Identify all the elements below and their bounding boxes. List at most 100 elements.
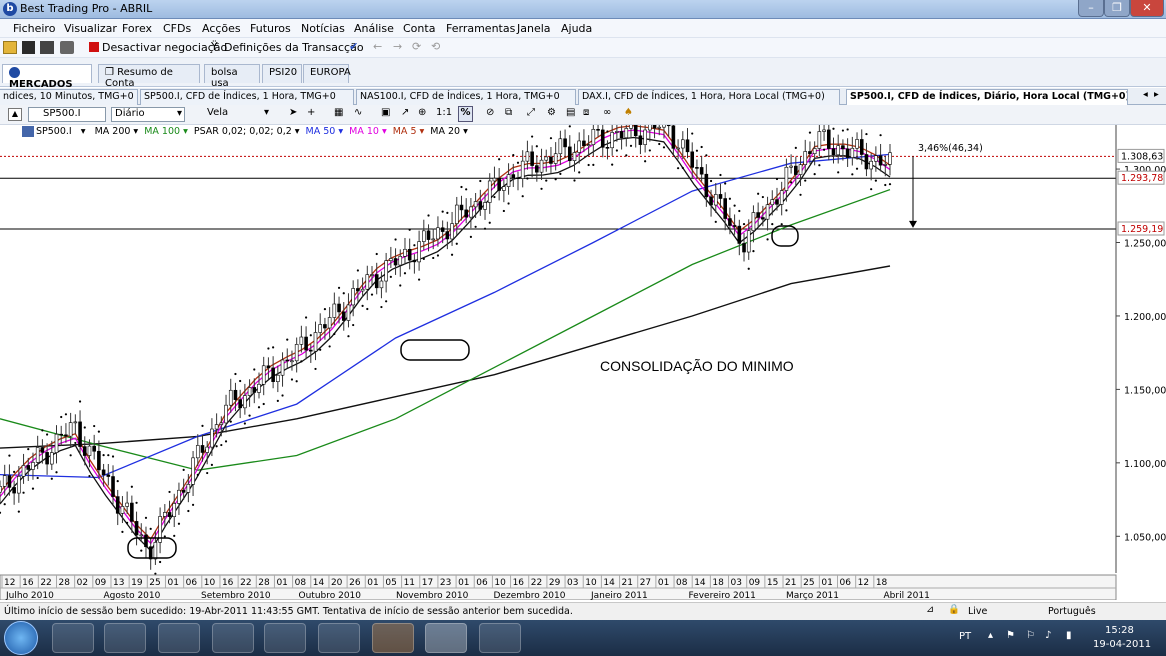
legend-item[interactable]: MA 5 ▾	[393, 126, 425, 137]
psar-dot	[709, 179, 713, 183]
candle-body	[163, 512, 167, 517]
menu-ajuda[interactable]: Ajuda	[561, 22, 592, 35]
tools-taskbar-icon[interactable]	[264, 623, 306, 653]
link-icon[interactable]: ∞	[603, 107, 611, 118]
start-button[interactable]	[4, 621, 38, 655]
candle-body	[822, 129, 826, 132]
chart-tab-indices-10min[interactable]: ndices, 10 Minutos, TMG+0	[0, 89, 138, 105]
indicator-icon[interactable]: ∿	[354, 107, 362, 118]
zoom-icon[interactable]: ⊕	[418, 107, 426, 118]
data-window-icon[interactable]: ▣	[381, 107, 390, 118]
network-signal-icon[interactable]: ▮	[1066, 630, 1072, 641]
check-icon[interactable]: ✔	[349, 40, 358, 53]
tray-icon[interactable]: ⚑	[1006, 630, 1015, 641]
menu-ferramentas[interactable]: Ferramentas	[446, 22, 515, 35]
menu-noticias[interactable]: Notícias	[301, 22, 345, 35]
settings-icon[interactable]: Ÿ	[211, 40, 218, 53]
alert-icon[interactable]: ♠	[624, 107, 633, 118]
psar-dot	[347, 335, 350, 338]
candle-body	[257, 383, 261, 393]
forward-icon[interactable]: →	[393, 40, 402, 53]
tab-psi20[interactable]: PSI20	[262, 64, 302, 83]
tab-resumo-conta[interactable]: ❐ Resumo de Conta	[98, 64, 200, 89]
scale-icon[interactable]: 1:1	[436, 107, 452, 118]
chart-type-select[interactable]: Vela ▾	[193, 107, 271, 122]
percent-icon[interactable]: %	[458, 106, 473, 122]
chart-tab-sp500-1h[interactable]: SP500.I, CFD de Índices, 1 Hora, TMG+0	[140, 89, 354, 105]
legend-item[interactable]: MA 10 ▾	[349, 126, 387, 137]
network-taskbar-icon[interactable]	[318, 623, 360, 653]
menu-forex[interactable]: Forex	[122, 22, 152, 35]
legend-item[interactable]: MA 200 ▾	[95, 126, 139, 137]
candle-body	[483, 202, 487, 210]
back-icon[interactable]: ←	[373, 40, 382, 53]
legend-item[interactable]: PSAR 0,02; 0,02; 0,2 ▾	[194, 126, 300, 137]
tab-bolsa-usa[interactable]: bolsa usa	[204, 64, 260, 89]
template-icon[interactable]: ▤	[566, 107, 575, 118]
stop-icon[interactable]	[89, 42, 99, 52]
tab-scroll-left-icon[interactable]: ◂	[1143, 89, 1148, 100]
legend-item[interactable]: MA 20 ▾	[430, 126, 468, 137]
utorrent-taskbar-icon[interactable]	[212, 623, 254, 653]
menu-cfds[interactable]: CFDs	[163, 22, 191, 35]
crosshair-icon[interactable]: +	[307, 107, 315, 118]
save-all-icon[interactable]	[40, 41, 54, 54]
candle-body	[681, 139, 685, 149]
menu-futuros[interactable]: Futuros	[250, 22, 291, 35]
volume-icon[interactable]: ♪	[1045, 630, 1051, 641]
psar-dot	[163, 535, 166, 538]
save-icon[interactable]	[22, 41, 35, 54]
menu-analise[interactable]: Análise	[354, 22, 394, 35]
fibonacci-icon[interactable]: ⧉	[505, 107, 512, 118]
settings-gear-icon[interactable]: ⚙	[547, 107, 556, 118]
excel-taskbar-icon[interactable]	[479, 623, 521, 653]
symbol-input[interactable]: SP500.I	[28, 107, 106, 122]
candle-body	[374, 274, 379, 289]
x-day-label: 21	[785, 578, 796, 588]
firefox-taskbar-icon[interactable]	[372, 623, 414, 653]
open-folder-icon[interactable]	[3, 41, 17, 54]
tab-europa[interactable]: EUROPA	[303, 64, 351, 83]
trend-icon[interactable]: ⤢	[527, 107, 535, 118]
menu-accoes[interactable]: Acções	[202, 22, 241, 35]
candle-body	[436, 227, 440, 240]
hp-taskbar-icon[interactable]	[158, 623, 200, 653]
transaction-settings-button[interactable]: Definições da Transacção	[224, 41, 364, 54]
reload-icon[interactable]: ⟲	[431, 40, 440, 53]
language-code[interactable]: PT	[959, 631, 971, 642]
tab-scroll-right-icon[interactable]: ▸	[1154, 89, 1159, 100]
tray-arrow-icon[interactable]: ▴	[988, 630, 993, 641]
draw-icon[interactable]: ⊘	[486, 107, 494, 118]
maximize-button[interactable]: ❐	[1104, 0, 1130, 17]
clock-date[interactable]: 19-04-2011	[1093, 639, 1151, 650]
grid-icon[interactable]: ▦	[334, 107, 343, 118]
print-icon[interactable]	[60, 41, 74, 54]
menu-ficheiro[interactable]: Ficheiro	[13, 22, 55, 35]
compare-icon[interactable]: ⧈	[583, 107, 589, 118]
menu-janela[interactable]: Janela	[517, 22, 551, 35]
period-select[interactable]: Diário ▾	[111, 107, 185, 122]
media-player-taskbar-icon[interactable]	[104, 623, 146, 653]
line-tool-icon[interactable]: ↗	[401, 107, 409, 118]
chart-tab-sp500-daily[interactable]: SP500.I, CFD de Índices, Diário, Hora Lo…	[846, 89, 1128, 105]
menu-conta[interactable]: Conta	[403, 22, 435, 35]
clock-time[interactable]: 15:28	[1105, 625, 1134, 636]
close-button[interactable]: ✕	[1130, 0, 1164, 17]
deactivate-trading-button[interactable]: Desactivar negociação	[102, 41, 227, 54]
chart-tab-dax-1h[interactable]: DAX.I, CFD de Índices, 1 Hora, Hora Loca…	[578, 89, 840, 105]
explorer-taskbar-icon[interactable]	[52, 623, 94, 653]
price-chart[interactable]: CONSOLIDAÇÃO DO MINIMO 3,46%(46,34) 1.050…	[0, 125, 1166, 600]
psar-dot	[60, 415, 63, 419]
minimize-button[interactable]: –	[1078, 0, 1104, 17]
legend-item[interactable]: MA 100 ▾	[144, 126, 188, 137]
legend-item[interactable]: MA 50 ▾	[306, 126, 344, 137]
collapse-icon[interactable]: ▲	[8, 108, 22, 121]
psar-dot	[851, 173, 854, 176]
flag-icon[interactable]: ⚐	[1026, 630, 1035, 641]
refresh-icon[interactable]: ⟳	[412, 40, 421, 53]
cursor-icon[interactable]: ➤	[289, 107, 297, 118]
tab-mercados[interactable]: MERCADOS ✕	[2, 64, 92, 101]
chart-tab-nas100-1h[interactable]: NAS100.I, CFD de Índices, 1 Hora, TMG+0	[356, 89, 576, 105]
best-trading-taskbar-icon[interactable]	[425, 623, 467, 653]
menu-visualizar[interactable]: Visualizar	[64, 22, 117, 35]
